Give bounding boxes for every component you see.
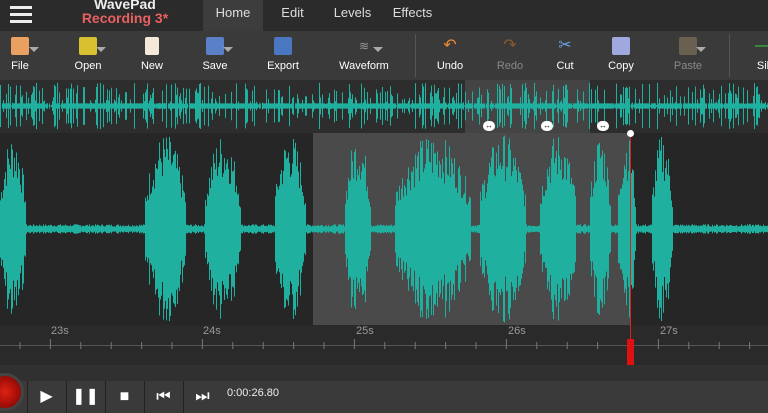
open-dropdown-icon[interactable] [96,47,106,52]
waveform-button[interactable]: ≋ Waveform [336,31,392,80]
silence-icon: — [754,37,768,55]
save-icon [206,37,224,55]
redo-button[interactable]: ↷ Redo [493,31,527,80]
open-button[interactable]: Open [70,31,106,80]
region-end-handle[interactable]: ↔ [597,121,609,131]
save-button[interactable]: Save [198,31,232,80]
tab-effects[interactable]: Effects [385,0,440,31]
wave-path [0,82,768,130]
save-dropdown-icon[interactable] [223,47,233,52]
redo-icon: ↷ [503,37,517,54]
copy-button[interactable]: Copy [604,31,638,80]
region-start-handle[interactable]: ↔ [483,121,495,131]
playhead-knob[interactable] [627,130,634,137]
time-display: 0:00:26.80 [227,387,279,399]
waveform-icon: ≋ [358,39,370,53]
overview-waveform[interactable] [0,80,768,133]
file-button[interactable]: File [2,31,38,80]
play-button[interactable]: ▶ [27,381,65,413]
pause-icon: ❚❚ [72,388,99,405]
pause-button[interactable]: ❚❚ [66,381,104,413]
stop-button[interactable]: ■ [105,381,143,413]
playhead[interactable] [630,133,631,365]
scissors-icon: ✂ [558,37,572,54]
skip-end-button[interactable]: ⏭ [183,381,221,413]
divider [729,34,730,77]
paste-dropdown-icon[interactable] [696,47,706,52]
document-name: Recording 3* [81,10,169,26]
time-ruler[interactable]: 23s 24s 25s 26s 27s [0,325,768,365]
new-button[interactable]: New [136,31,168,80]
skip-start-button[interactable]: ⏮ [144,381,182,413]
menu-icon[interactable] [10,6,32,24]
skip-end-icon: ⏭ [195,388,210,405]
file-dropdown-icon[interactable] [29,47,39,52]
tab-home[interactable]: Home [203,0,263,31]
title-bar: WavePad Recording 3* Home Edit Levels Ef… [0,0,768,31]
divider [415,34,416,77]
new-file-icon [145,37,159,55]
ruler-ticks [19,339,751,349]
waveform [0,135,768,323]
skip-start-icon: ⏮ [156,388,171,405]
cut-button[interactable]: ✂ Cut [550,31,580,80]
waveform-dropdown-icon[interactable] [373,47,383,52]
copy-icon [612,37,630,55]
region-mid-handle[interactable]: ↔ [541,121,553,131]
playhead-marker[interactable] [627,339,634,365]
silence-button[interactable]: —Sil [748,31,768,80]
stop-icon: ■ [119,388,130,405]
folder-icon [79,37,97,55]
paste-button[interactable]: Paste [670,31,706,80]
overview-wave [0,82,768,130]
undo-icon: ↶ [443,37,457,54]
file-icon [11,37,29,55]
tab-edit[interactable]: Edit [270,0,315,31]
play-icon: ▶ [40,388,53,405]
wave-path [0,135,768,323]
toolbar: File Open New Save Export ≋ Waveform ↶ Und… [0,31,768,80]
tab-levels[interactable]: Levels [325,0,380,31]
undo-button[interactable]: ↶ Undo [433,31,467,80]
main-waveform[interactable] [0,133,768,325]
transport-bar: ▶ ❚❚ ■ ⏮ ⏭ 0:00:26.80 [0,365,768,413]
paste-icon [679,37,697,55]
export-icon [274,37,292,55]
export-button[interactable]: Export [263,31,303,80]
